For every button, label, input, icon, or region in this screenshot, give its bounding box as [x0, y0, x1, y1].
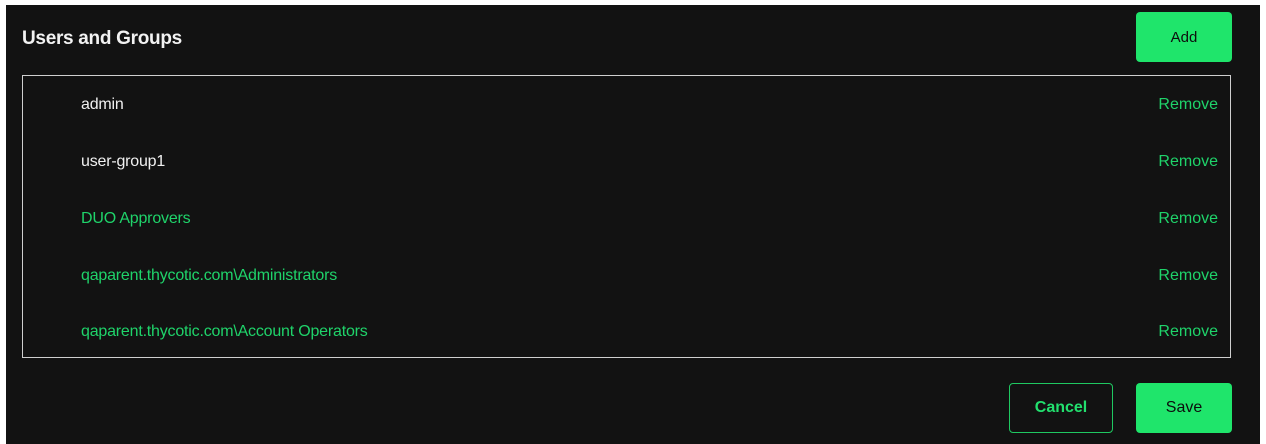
list-item: DUO Approvers Remove	[23, 208, 1230, 232]
member-name: user-group1	[81, 153, 166, 170]
remove-link[interactable]: Remove	[1158, 267, 1218, 285]
member-name-link[interactable]: qaparent.thycotic.com\Administrators	[81, 267, 337, 285]
list-item: qaparent.thycotic.com\Account Operators …	[23, 321, 1230, 345]
save-button[interactable]: Save	[1136, 383, 1232, 433]
list-item: qaparent.thycotic.com\Administrators Rem…	[23, 265, 1230, 289]
cancel-button[interactable]: Cancel	[1009, 383, 1113, 433]
add-button[interactable]: Add	[1136, 12, 1232, 62]
remove-link[interactable]: Remove	[1158, 323, 1218, 341]
member-name: admin	[81, 96, 124, 113]
list-item: user-group1 Remove	[23, 151, 1230, 175]
member-name-link[interactable]: qaparent.thycotic.com\Account Operators	[81, 323, 368, 341]
panel-title: Users and Groups	[22, 28, 182, 49]
member-name-link[interactable]: DUO Approvers	[81, 210, 191, 228]
remove-link[interactable]: Remove	[1158, 210, 1218, 228]
remove-link[interactable]: Remove	[1158, 153, 1218, 171]
list-item: admin Remove	[23, 94, 1230, 118]
members-list: admin Remove user-group1 Remove DUO Appr…	[22, 75, 1231, 358]
users-and-groups-panel: Users and Groups Add admin Remove user-g…	[6, 5, 1260, 444]
remove-link[interactable]: Remove	[1158, 96, 1218, 114]
